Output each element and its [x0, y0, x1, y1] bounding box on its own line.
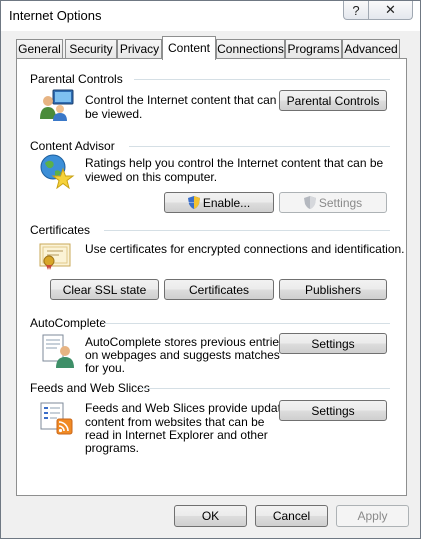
content-advisor-settings-button[interactable]: Settings: [279, 192, 387, 213]
parental-controls-button[interactable]: Parental Controls: [279, 90, 387, 111]
autocomplete-heading: AutoComplete: [30, 316, 107, 330]
content-tab-panel: Parental Controls Control the Internet c…: [16, 58, 407, 496]
tab-privacy[interactable]: Privacy: [117, 39, 162, 59]
enable-button[interactable]: Enable...: [164, 192, 274, 213]
parental-controls-icon: [40, 89, 74, 121]
tab-security[interactable]: Security: [65, 39, 117, 59]
tab-advanced[interactable]: Advanced: [342, 39, 400, 59]
close-icon: ✕: [385, 2, 396, 17]
enable-button-label: Enable...: [202, 195, 251, 210]
tab-programs[interactable]: Programs: [285, 39, 342, 59]
content-advisor-description-line2: viewed on this computer.: [85, 170, 218, 184]
certificates-description: Use certificates for encrypted connectio…: [85, 242, 405, 256]
divider: [134, 79, 390, 80]
clear-ssl-state-button[interactable]: Clear SSL state: [50, 279, 159, 300]
divider: [104, 323, 390, 324]
apply-button[interactable]: Apply: [336, 505, 409, 527]
autocomplete-description-line3: for you.: [85, 361, 126, 375]
title-bar: Internet Options ? ✕: [1, 1, 420, 31]
divider: [104, 230, 390, 231]
content-advisor-settings-label: Settings: [318, 195, 363, 210]
autocomplete-settings-button[interactable]: Settings: [279, 333, 387, 354]
feeds-heading: Feeds and Web Slices: [30, 381, 150, 395]
certificates-button[interactable]: Certificates: [164, 279, 274, 300]
divider: [129, 146, 390, 147]
divider: [140, 388, 390, 389]
help-icon: ?: [352, 2, 360, 18]
feeds-settings-button[interactable]: Settings: [279, 400, 387, 421]
parental-controls-heading: Parental Controls: [30, 72, 123, 86]
help-button[interactable]: ?: [343, 1, 369, 20]
autocomplete-icon: [42, 334, 74, 368]
close-button[interactable]: ✕: [368, 1, 413, 20]
publishers-button[interactable]: Publishers: [279, 279, 387, 300]
parental-controls-description-line1: Control the Internet content that can: [85, 93, 277, 107]
certificate-icon: [39, 243, 71, 270]
feeds-description-line4: programs.: [85, 441, 140, 455]
shield-icon: [303, 196, 316, 209]
certificates-heading: Certificates: [30, 223, 91, 237]
window-title: Internet Options: [9, 8, 102, 23]
tab-content[interactable]: Content: [162, 36, 216, 60]
ok-button[interactable]: OK: [174, 505, 247, 527]
internet-options-window: Internet Options ? ✕ General Security Pr…: [0, 0, 421, 539]
content-advisor-description-line1: Ratings help you control the Internet co…: [85, 156, 384, 170]
tab-general[interactable]: General: [16, 39, 63, 59]
content-advisor-heading: Content Advisor: [30, 139, 115, 153]
feeds-description-line1: Feeds and Web Slices provide updated: [85, 401, 295, 415]
rss-feed-icon: [40, 402, 73, 435]
cancel-button[interactable]: Cancel: [255, 505, 328, 527]
globe-star-icon: [40, 154, 75, 189]
shield-icon: [187, 196, 200, 209]
parental-controls-description-line2: be viewed.: [85, 107, 143, 121]
tab-connections[interactable]: Connections: [216, 39, 285, 59]
